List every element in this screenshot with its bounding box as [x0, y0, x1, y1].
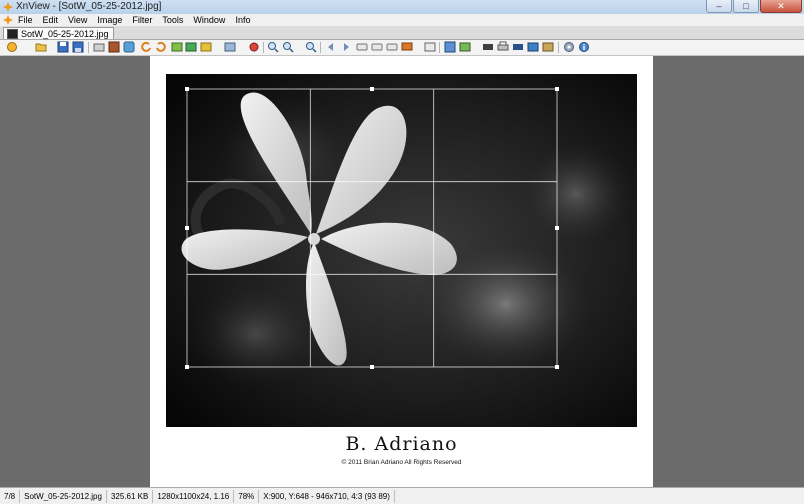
- fullscreen-icon[interactable]: [401, 41, 413, 53]
- adjust-icon[interactable]: [171, 41, 183, 53]
- image-file-icon: [7, 28, 18, 39]
- first-image-icon[interactable]: [356, 41, 368, 53]
- rotate-left-icon[interactable]: [140, 41, 152, 53]
- next-icon[interactable]: [340, 41, 352, 53]
- zoom-icon[interactable]: [282, 41, 294, 53]
- toolbar-separator: [88, 42, 89, 53]
- save-icon[interactable]: [57, 41, 69, 53]
- menu-file[interactable]: File: [13, 15, 38, 25]
- status-coords: X:900, Y:648 - 946x710, 4:3 (93 89): [259, 489, 395, 503]
- slideshow-run-icon[interactable]: [527, 41, 539, 53]
- capture-icon[interactable]: [248, 41, 260, 53]
- menu-image[interactable]: Image: [92, 15, 127, 25]
- zoom-in-icon[interactable]: [267, 41, 279, 53]
- menu-edit[interactable]: Edit: [38, 15, 64, 25]
- toolbar-separator: [320, 42, 321, 53]
- open-folder-icon[interactable]: [35, 41, 47, 53]
- crop-grid-overlay[interactable]: [166, 74, 637, 427]
- copy-icon[interactable]: [424, 41, 436, 53]
- tab-label: SotW_05-25-2012.jpg: [21, 28, 109, 39]
- scanner-icon[interactable]: [512, 41, 524, 53]
- status-zoom: 78%: [234, 489, 260, 503]
- toolbar-separator: [439, 42, 440, 53]
- menu-filter[interactable]: Filter: [127, 15, 157, 25]
- signature-name: B. Adriano: [345, 433, 458, 455]
- filter-icon[interactable]: [459, 41, 471, 53]
- title-bar: XnView - [SotW_05-25-2012.jpg] – □ ✕: [0, 0, 804, 15]
- photo: [166, 74, 637, 427]
- menu-tools[interactable]: Tools: [157, 15, 188, 25]
- tab-image[interactable]: SotW_05-25-2012.jpg: [3, 27, 114, 39]
- toolbar: [0, 40, 804, 56]
- toolbar-separator: [263, 42, 264, 53]
- color-icon[interactable]: [185, 41, 197, 53]
- image-viewport[interactable]: B. Adriano © 2011 Brian Adriano All Righ…: [0, 56, 804, 487]
- edit-icon[interactable]: [123, 41, 135, 53]
- status-filename: SotW_05-25-2012.jpg: [20, 489, 107, 503]
- minimize-icon: –: [716, 1, 722, 11]
- menu-info[interactable]: Info: [230, 15, 255, 25]
- status-dimensions: 1280x1100x24, 1.16: [153, 489, 235, 503]
- image-sheet: B. Adriano © 2011 Brian Adriano All Righ…: [150, 56, 653, 487]
- document-menu-icon[interactable]: [3, 15, 13, 25]
- rotate-right-icon[interactable]: [155, 41, 167, 53]
- print-icon[interactable]: [497, 41, 509, 53]
- fit-image-icon[interactable]: [386, 41, 398, 53]
- save-as-icon[interactable]: [72, 41, 84, 53]
- menu-window[interactable]: Window: [188, 15, 230, 25]
- status-filesize: 325.61 KB: [107, 489, 154, 503]
- window-title: XnView - [SotW_05-25-2012.jpg]: [16, 1, 162, 12]
- web-icon[interactable]: [542, 41, 554, 53]
- resize-icon[interactable]: [224, 41, 236, 53]
- slideshow-icon[interactable]: [108, 41, 120, 53]
- crop-icon[interactable]: [444, 41, 456, 53]
- xnview-app-icon[interactable]: [3, 2, 13, 12]
- status-index: 7/8: [0, 489, 21, 503]
- maximize-button[interactable]: □: [733, 0, 759, 13]
- previous-icon[interactable]: [325, 41, 337, 53]
- menu-bar: File Edit View Image Filter Tools Window…: [0, 14, 804, 26]
- menu-view[interactable]: View: [63, 15, 92, 25]
- status-bar: 7/8 SotW_05-25-2012.jpg 325.61 KB 1280x1…: [0, 487, 804, 504]
- zoom-out-icon[interactable]: [305, 41, 317, 53]
- close-icon: ✕: [777, 0, 785, 11]
- copyright-notice: © 2011 Brian Adriano All Rights Reserved: [341, 459, 462, 466]
- browser-icon[interactable]: [6, 41, 18, 53]
- last-image-icon[interactable]: [371, 41, 383, 53]
- effects-icon[interactable]: [200, 41, 212, 53]
- print-preview-icon[interactable]: [93, 41, 105, 53]
- settings-icon[interactable]: [563, 41, 575, 53]
- minimize-button[interactable]: –: [706, 0, 732, 13]
- window-controls: – □ ✕: [705, 0, 802, 13]
- about-icon[interactable]: [578, 41, 590, 53]
- toolbar-separator: [558, 42, 559, 53]
- close-button[interactable]: ✕: [760, 0, 802, 13]
- tab-bar: SotW_05-25-2012.jpg: [0, 26, 804, 40]
- maximize-icon: □: [743, 1, 749, 11]
- tools-icon[interactable]: [482, 41, 494, 53]
